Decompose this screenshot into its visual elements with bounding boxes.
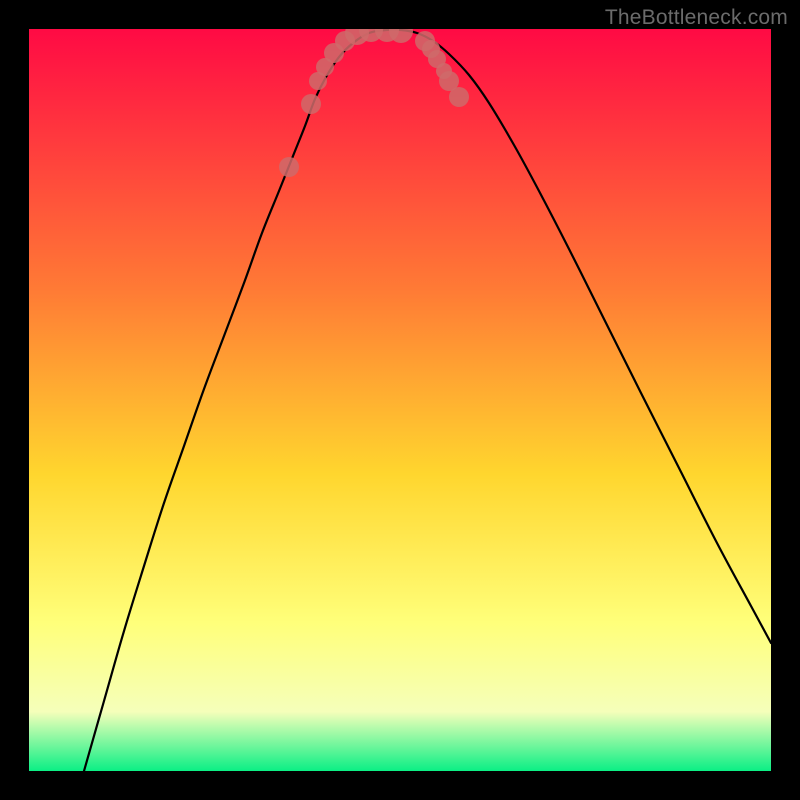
watermark-text: TheBottleneck.com: [605, 6, 788, 30]
data-marker: [279, 157, 299, 177]
gradient-background: [29, 29, 771, 771]
data-marker: [301, 94, 321, 114]
plot-area: [29, 29, 771, 771]
data-marker: [449, 87, 469, 107]
chart-frame: TheBottleneck.com: [0, 0, 800, 800]
bottleneck-chart: [29, 29, 771, 771]
